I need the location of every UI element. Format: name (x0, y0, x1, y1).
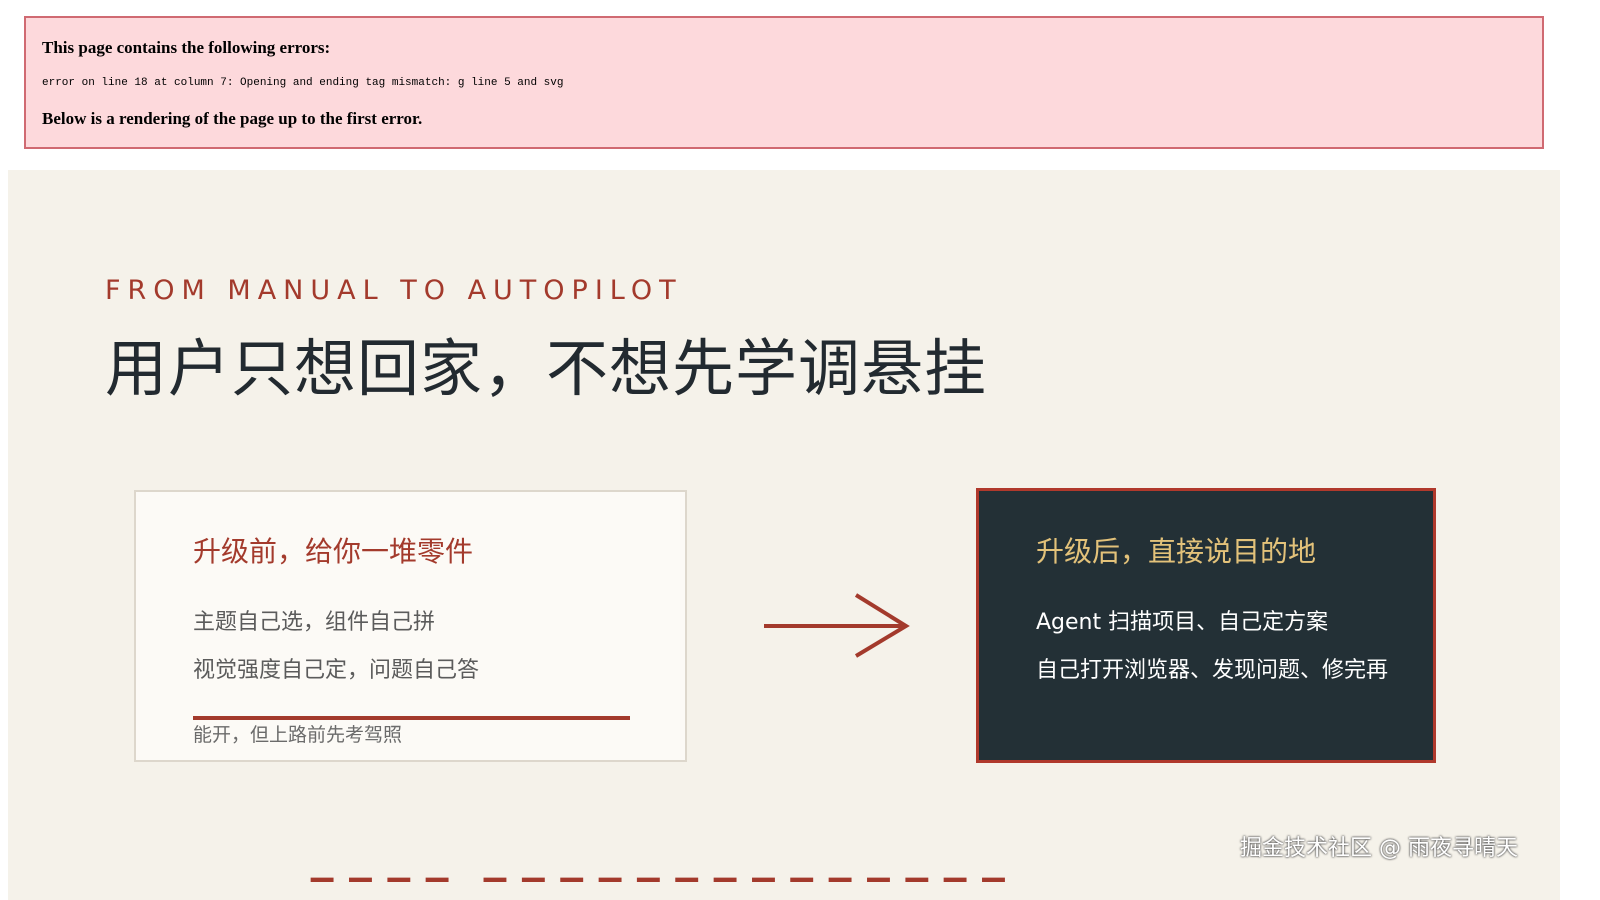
cut-off-text: ■■■■ ■■■■■■■■■■■■■■■■■■ (308, 870, 1008, 882)
slide: FROM MANUAL TO AUTOPILOT 用户只想回家，不想先学调悬挂 … (8, 170, 1560, 900)
strikethrough-line (193, 716, 630, 720)
page-title: 用户只想回家，不想先学调悬挂 (105, 332, 988, 405)
before-card-title: 升级前，给你一堆零件 (193, 535, 474, 568)
after-card-line-2: 自己打开浏览器、发现问题、修完再 (1036, 658, 1389, 683)
error-below-note: Below is a rendering of the page up to t… (42, 109, 423, 128)
before-card-line-2: 视觉强度自己定，问题自己答 (193, 658, 480, 683)
cut-off-text-glyphs: ■■■■ ■■■■■■■■■■■■■■■■■■ (308, 870, 1008, 882)
error-title: This page contains the following errors: (42, 38, 331, 57)
error-message: error on line 18 at column 7: Opening an… (42, 77, 564, 89)
watermark: 掘金技术社区 @ 雨夜寻晴天 (1240, 836, 1518, 861)
before-card-line-1: 主题自己选，组件自己拼 (193, 610, 436, 635)
after-card-title: 升级后，直接说目的地 (1036, 535, 1317, 568)
eyebrow-label: FROM MANUAL TO AUTOPILOT (105, 275, 683, 306)
xml-error-banner: This page contains the following errors:… (24, 16, 1544, 149)
before-card: 升级前，给你一堆零件 主题自己选，组件自己拼 视觉强度自己定，问题自己答 能开，… (134, 490, 687, 762)
arrow-right-icon (764, 593, 910, 658)
after-card: 升级后，直接说目的地 Agent 扫描项目、自己定方案 自己打开浏览器、发现问题… (976, 488, 1436, 763)
after-card-line-1: Agent 扫描项目、自己定方案 (1036, 610, 1329, 635)
before-card-note: 能开，但上路前先考驾照 (193, 724, 403, 746)
